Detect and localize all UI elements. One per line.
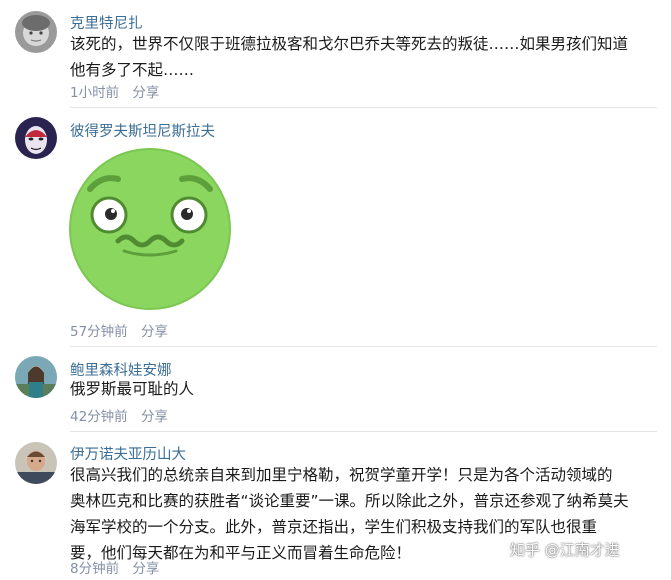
comment-text-line: 他有多了不起…… — [70, 61, 195, 79]
comment-meta: 57分钟前 分享 — [70, 320, 168, 340]
comment-text-line: 该死的，世界不仅限于班德拉极客和戈尔巴乔夫等死去的叛徒……如果男孩们知道 — [70, 35, 629, 53]
user-avatar-icon — [15, 11, 57, 53]
user-avatar-icon — [15, 117, 57, 159]
user-avatar-icon — [15, 442, 57, 484]
share-button[interactable]: 分享 — [141, 409, 168, 425]
comment-text-line: 奥林匹克和比赛的获胜者“谈论重要”一课。所以除此之外，普京还参观了纳希莫夫 — [70, 492, 629, 510]
comment-time: 8分钟前 — [70, 561, 120, 577]
avatar[interactable] — [15, 11, 57, 53]
comment-text-line: 很高兴我们的总统亲自来到加里宁格勒，祝贺学童开学！只是为各个活动领域的 — [70, 466, 613, 484]
comment-text: 俄罗斯最可耻的人 — [70, 376, 655, 402]
share-button[interactable]: 分享 — [132, 85, 159, 101]
comment-author[interactable]: 彼得罗夫斯坦尼斯拉夫 — [70, 120, 215, 141]
comment-author[interactable]: 伊万诺夫亚历山大 — [70, 443, 186, 464]
user-avatar-icon — [15, 356, 57, 398]
comment-item: 克里特尼扎 该死的，世界不仅限于班德拉极客和戈尔巴乔夫等死去的叛徒……如果男孩们… — [0, 0, 671, 108]
share-button[interactable]: 分享 — [132, 561, 159, 577]
avatar[interactable] — [15, 356, 57, 398]
comment-meta: 1小时前 分享 — [70, 81, 159, 101]
comment-text: 该死的，世界不仅限于班德拉极客和戈尔巴乔夫等死去的叛徒……如果男孩们知道 他有多… — [70, 31, 655, 83]
comment-text-line: 海军学校的一个分支。此外，普京还指出，学生们积极支持我们的军队也很重 — [70, 518, 598, 536]
avatar[interactable] — [15, 117, 57, 159]
comment-time: 57分钟前 — [70, 324, 128, 340]
comment-time: 1小时前 — [70, 85, 120, 101]
share-button[interactable]: 分享 — [141, 324, 168, 340]
comment-text-line: 俄罗斯最可耻的人 — [70, 380, 195, 398]
avatar[interactable] — [15, 442, 57, 484]
comment-author[interactable]: 克里特尼扎 — [70, 12, 143, 33]
nauseated-face-sticker-icon — [69, 148, 231, 310]
comment-time: 42分钟前 — [70, 409, 128, 425]
watermark: 知乎 @江南才进 — [510, 541, 620, 559]
comment-meta: 42分钟前 分享 — [70, 405, 168, 425]
comment-item: 鲍里森科娃安娜 俄罗斯最可耻的人 42分钟前 分享 — [0, 347, 671, 431]
comment-meta: 8分钟前 分享 — [70, 557, 159, 577]
